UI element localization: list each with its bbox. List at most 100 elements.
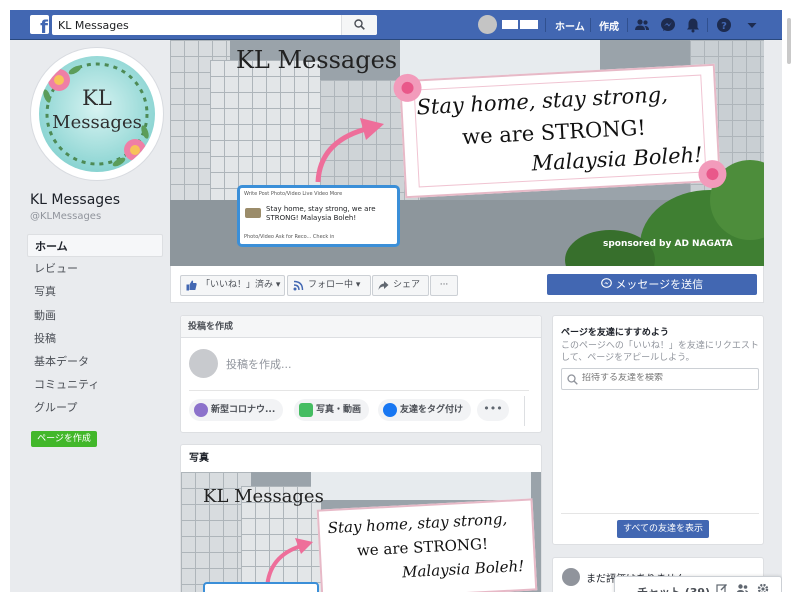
send-message-label: メッセージを送信 <box>615 278 704 291</box>
friends-icon[interactable] <box>634 17 650 33</box>
photo-video-chip[interactable]: 写真・動画 <box>294 399 370 421</box>
settings-gear-icon[interactable] <box>757 583 769 592</box>
create-page-button[interactable]: ページを作成 <box>31 431 97 447</box>
divider <box>524 396 525 426</box>
arrow-icon <box>315 118 384 183</box>
more-button[interactable]: ··· <box>430 275 458 296</box>
avatar <box>189 349 218 378</box>
help-icon[interactable]: ? <box>716 17 732 33</box>
profile-picture-text: KL <box>82 86 112 110</box>
invite-title: ページを友達にすすめよう <box>561 328 669 338</box>
send-message-button[interactable]: メッセージを送信 <box>547 274 757 295</box>
search-icon <box>567 374 578 385</box>
notifications-icon[interactable] <box>685 17 701 33</box>
nav-divider <box>627 18 628 32</box>
covid-chip-label: 新型コロナウ... <box>211 405 276 415</box>
search-input[interactable] <box>58 17 338 33</box>
top-navigation-bar: f ホーム 作成 ? <box>10 10 782 40</box>
cover-photo[interactable]: KL Messages Stay home, stay strong, we a… <box>170 40 764 266</box>
photos-header[interactable]: 写真 <box>181 445 541 472</box>
tag-friends-chip[interactable]: 友達をタグ付け <box>378 399 472 421</box>
mock-post-text: Stay home, stay strong, we are STRONG! M… <box>266 205 376 222</box>
like-button[interactable]: 「いいね！」済み ▾ <box>180 275 285 296</box>
invite-search-box <box>561 368 759 390</box>
nav-item-about[interactable]: 基本データ <box>27 350 163 373</box>
mock-post-toolbar: Write Post Photo/Video Live Video More <box>244 191 343 197</box>
nav-item-groups[interactable]: グループ <box>27 396 163 419</box>
create-post-input[interactable]: 投稿を作成... <box>226 356 292 372</box>
chat-label: チャット (39) <box>637 584 710 592</box>
billboard: Stay home, stay strong, we are STRONG! M… <box>316 498 538 592</box>
dropdown-icon[interactable] <box>744 17 760 33</box>
nav-item-home[interactable]: ホーム <box>27 234 163 258</box>
mock-post-card <box>203 582 319 592</box>
tag-friends-label: 友達をタグ付け <box>400 405 464 415</box>
mock-post-avatar <box>245 208 261 218</box>
nav-item-reviews[interactable]: レビュー <box>27 257 163 280</box>
messenger-icon[interactable] <box>660 17 676 33</box>
profile-picture[interactable]: KL Messages <box>31 48 163 180</box>
scrollbar-thumb[interactable] <box>787 18 791 64</box>
follow-button[interactable]: フォロー中 ▾ <box>287 275 371 296</box>
create-post-card: 投稿を作成 投稿を作成... 新型コロナウ... 写真・動画 友達をタグ付け •… <box>180 315 542 433</box>
billboard-text: Malaysia Boleh! <box>401 556 525 582</box>
nav-item-photos[interactable]: 写真 <box>27 280 163 303</box>
search-box <box>52 15 377 35</box>
nav-item-videos[interactable]: 動画 <box>27 304 163 327</box>
photo-title: KL Messages <box>203 486 324 507</box>
photo-thumbnail[interactable]: KL Messages Stay home, stay strong, we a… <box>181 472 541 592</box>
mock-post-card: Write Post Photo/Video Live Video More S… <box>237 185 400 247</box>
rss-icon <box>293 280 304 291</box>
more-options-button[interactable]: ••• <box>477 399 509 421</box>
nav-item-posts[interactable]: 投稿 <box>27 327 163 350</box>
divider <box>561 513 759 514</box>
profile-picture-image: KL Messages <box>39 56 155 172</box>
browser-frame: f ホーム 作成 ? <box>10 10 782 592</box>
cover-title: KL Messages <box>236 46 398 74</box>
billboard-text: Stay home, stay strong, <box>327 509 508 538</box>
divider <box>189 390 529 391</box>
mock-post-actions: Photo/Video Ask for Reco... Check in <box>244 234 335 240</box>
page-scrollbar[interactable] <box>784 0 792 592</box>
review-icon <box>562 568 580 586</box>
chat-bar[interactable]: チャット (39) <box>614 576 782 592</box>
create-post-header: 投稿を作成 <box>181 316 541 338</box>
see-all-friends-button[interactable]: すべての友達を表示 <box>617 520 709 538</box>
invite-friends-card: ページを友達にすすめよう このページへの「いいね！」を友達にリクエストして、ペー… <box>552 315 764 545</box>
facebook-logo-icon[interactable]: f <box>30 15 49 34</box>
create-group-icon[interactable] <box>736 583 749 592</box>
search-button[interactable] <box>341 15 377 35</box>
share-icon <box>378 281 389 290</box>
page-name[interactable]: KL Messages <box>30 192 120 208</box>
invite-description: このページへの「いいね！」を友達にリクエストして、ページをアピールしよう。 <box>561 341 759 363</box>
share-label: シェア <box>393 280 421 290</box>
covid-info-chip[interactable]: 新型コロナウ... <box>189 399 284 421</box>
invite-search-input[interactable] <box>582 373 752 383</box>
share-button[interactable]: シェア <box>372 275 429 296</box>
messenger-icon <box>601 278 612 288</box>
nav-create-link[interactable]: 作成 <box>599 18 619 33</box>
building-shape <box>311 472 531 500</box>
heart-icon <box>194 403 208 417</box>
avatar <box>478 15 497 34</box>
photos-card: 写真 KL Messages Stay home, stay strong, w… <box>180 444 542 592</box>
nav-divider <box>707 18 708 32</box>
nav-home-link[interactable]: ホーム <box>555 18 585 33</box>
sponsor-text: sponsored by AD NAGATA <box>603 239 733 249</box>
redacted-username <box>502 20 538 29</box>
tag-friends-icon <box>383 403 397 417</box>
billboard-text: we are STRONG! <box>356 534 489 560</box>
billboard: Stay home, stay strong, we are STRONG! M… <box>393 63 727 199</box>
follow-label: フォロー中 <box>308 280 354 290</box>
new-message-icon[interactable] <box>716 583 728 592</box>
page-action-bar: 「いいね！」済み ▾ フォロー中 ▾ シェア ··· メッセージを送信 <box>170 266 764 303</box>
like-label: 「いいね！」済み <box>201 280 274 290</box>
profile-picture-text: Messages <box>52 112 142 133</box>
left-navigation: ホーム レビュー 写真 動画 投稿 基本データ コミュニティ グループ <box>27 234 163 420</box>
nav-divider <box>590 18 591 32</box>
nav-divider <box>545 18 546 32</box>
photo-icon <box>299 403 313 417</box>
thumbs-up-icon <box>186 280 197 291</box>
photo-video-label: 写真・動画 <box>316 405 362 415</box>
nav-item-community[interactable]: コミュニティ <box>27 373 163 396</box>
